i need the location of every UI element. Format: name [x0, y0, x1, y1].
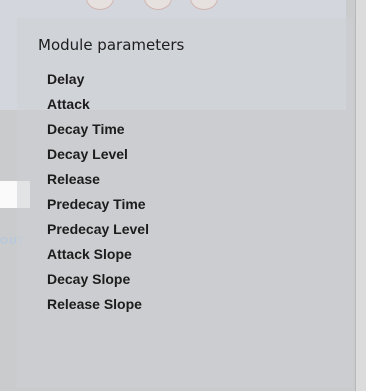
menu-item-release[interactable]: Release — [47, 167, 149, 192]
menu-title: Module parameters — [38, 36, 185, 54]
menu-item-attack-slope[interactable]: Attack Slope — [47, 242, 149, 267]
menu-list: Delay Attack Decay Time Decay Level Release P… — [47, 67, 149, 317]
menu-item-delay[interactable]: Delay — [47, 67, 149, 92]
menu-item-decay-slope[interactable]: Decay Slope — [47, 267, 149, 292]
menu-item-predecay-level[interactable]: Predecay Level — [47, 217, 149, 242]
menu-item-decay-level[interactable]: Decay Level — [47, 142, 149, 167]
menu-item-decay-time[interactable]: Decay Time — [47, 117, 149, 142]
menu-item-release-slope[interactable]: Release Slope — [47, 292, 149, 317]
stage: OUT Module parameters Delay Attack Decay T… — [0, 0, 366, 391]
background-right-strip — [356, 0, 366, 391]
menu-item-predecay-time[interactable]: Predecay Time — [47, 192, 149, 217]
module-parameters-menu: Module parameters Delay Attack Decay Time D… — [17, 18, 353, 388]
menu-item-attack[interactable]: Attack — [47, 92, 149, 117]
